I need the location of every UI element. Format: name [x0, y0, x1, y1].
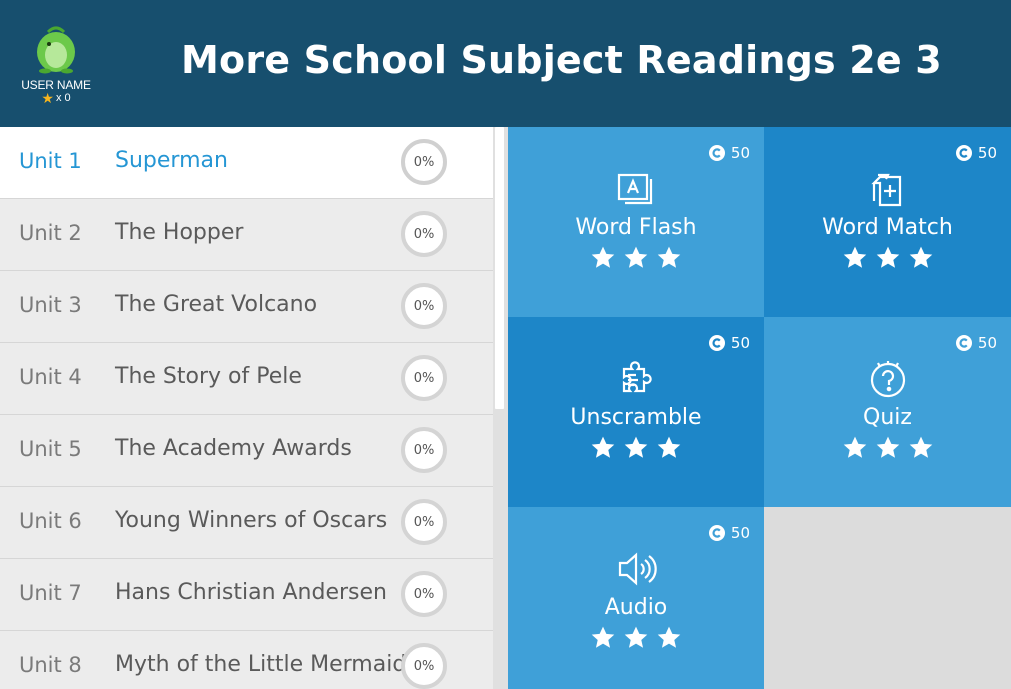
rating-stars [764, 435, 1011, 461]
unit-row[interactable]: Unit 5 The Academy Awards 0% [0, 415, 493, 487]
star-icon [624, 626, 648, 648]
unit-title: The Story of Pele [115, 364, 302, 389]
progress-circle: 0% [401, 283, 447, 329]
star-count-text: x 0 [55, 92, 71, 104]
activity-tile-quiz[interactable]: 50 Quiz [764, 317, 1011, 507]
star-icon [843, 246, 866, 268]
coin-icon [708, 145, 725, 161]
word-flash-icon [617, 173, 653, 205]
coin-value: 50 [730, 524, 750, 542]
question-icon [870, 361, 905, 398]
coin-reward: 50 [955, 144, 997, 162]
unit-number: Unit 4 [19, 365, 82, 389]
rating-stars [508, 625, 764, 651]
activity-grid: 50 Word Flash 50 Word Match 50 Unscrambl… [508, 127, 1011, 689]
activity-label: Audio [604, 595, 668, 620]
coin-value: 50 [977, 334, 997, 352]
coin-icon [955, 335, 972, 351]
rating-stars [508, 435, 764, 461]
activity-tile-unscramble[interactable]: 50 Unscramble [508, 317, 764, 507]
activity-label: Word Match [822, 215, 953, 240]
star-icon [591, 436, 615, 458]
coin-icon [955, 145, 972, 161]
unit-row[interactable]: Unit 7 Hans Christian Andersen 0% [0, 559, 493, 631]
activity-label: Unscramble [570, 405, 702, 430]
activity-tile-audio[interactable]: 50 Audio [508, 507, 764, 689]
unit-number: Unit 7 [19, 581, 82, 605]
coin-value: 50 [977, 144, 997, 162]
unit-title: Myth of the Little Mermaid [115, 652, 407, 677]
unit-number: Unit 5 [19, 437, 82, 461]
page-title: More School Subject Readings 2e 3 [181, 38, 942, 82]
unit-title: The Great Volcano [115, 292, 318, 317]
user-star-count: ★ x 0 [18, 90, 94, 106]
star-icon [591, 626, 615, 648]
unit-row[interactable]: Unit 3 The Great Volcano 0% [0, 271, 493, 343]
speaker-icon [618, 552, 657, 586]
unit-number: Unit 6 [19, 509, 82, 533]
activity-tile-word-match[interactable]: 50 Word Match [764, 127, 1011, 317]
unit-number: Unit 3 [19, 293, 82, 317]
word-match-icon [870, 173, 901, 207]
coin-reward: 50 [708, 334, 750, 352]
user-name: USER NAME [21, 78, 91, 92]
progress-circle: 0% [401, 355, 447, 401]
star-icon [624, 436, 648, 458]
coin-icon [708, 525, 725, 541]
unit-list-scrollbar[interactable] [493, 127, 508, 689]
star-icon [657, 626, 681, 648]
coin-reward: 50 [708, 144, 750, 162]
star-icon [909, 436, 932, 458]
unit-row[interactable]: Unit 4 The Story of Pele 0% [0, 343, 493, 415]
unit-row[interactable]: Unit 8 Myth of the Little Mermaid 0% [0, 631, 493, 689]
app-header: USER NAME ★ x 0 More School Subject Read… [0, 0, 1011, 127]
unit-title: Superman [115, 148, 228, 173]
progress-circle: 0% [401, 139, 447, 185]
progress-circle: 0% [401, 211, 447, 257]
progress-circle: 0% [401, 427, 447, 473]
star-icon [843, 436, 866, 458]
unit-number: Unit 2 [19, 221, 82, 245]
progress-circle: 0% [401, 571, 447, 617]
coin-icon [708, 335, 725, 351]
activity-tile-word-flash[interactable]: 50 Word Flash [508, 127, 764, 317]
user-profile[interactable]: USER NAME ★ x 0 [18, 22, 94, 106]
scrollbar-thumb[interactable] [495, 127, 504, 409]
coin-value: 50 [730, 334, 750, 352]
unit-number: Unit 1 [19, 149, 82, 173]
rating-stars [764, 245, 1011, 271]
puzzle-icon [622, 361, 652, 393]
star-icon: ★ [41, 90, 54, 106]
coin-reward: 50 [955, 334, 997, 352]
coin-value: 50 [730, 144, 750, 162]
progress-circle: 0% [401, 643, 447, 689]
unit-row[interactable]: Unit 2 The Hopper 0% [0, 199, 493, 271]
progress-circle: 0% [401, 499, 447, 545]
unit-list: Unit 1 Superman 0% Unit 2 The Hopper 0% … [0, 127, 493, 689]
unit-title: The Hopper [115, 220, 244, 245]
unit-title: The Academy Awards [115, 436, 352, 461]
star-icon [657, 246, 681, 268]
star-icon [591, 246, 615, 268]
star-icon [876, 436, 899, 458]
unit-number: Unit 8 [19, 653, 82, 677]
star-icon [909, 246, 932, 268]
activity-label: Word Flash [575, 215, 697, 240]
activity-label: Quiz [863, 405, 912, 430]
star-icon [624, 246, 648, 268]
star-icon [876, 246, 899, 268]
star-icon [657, 436, 681, 458]
unit-title: Hans Christian Andersen [115, 580, 387, 605]
unit-row[interactable]: Unit 1 Superman 0% [0, 127, 493, 199]
unit-title: Young Winners of Oscars [115, 508, 388, 533]
coin-reward: 50 [708, 524, 750, 542]
dinosaur-avatar-icon [37, 26, 75, 74]
rating-stars [508, 245, 764, 271]
unit-row[interactable]: Unit 6 Young Winners of Oscars 0% [0, 487, 493, 559]
